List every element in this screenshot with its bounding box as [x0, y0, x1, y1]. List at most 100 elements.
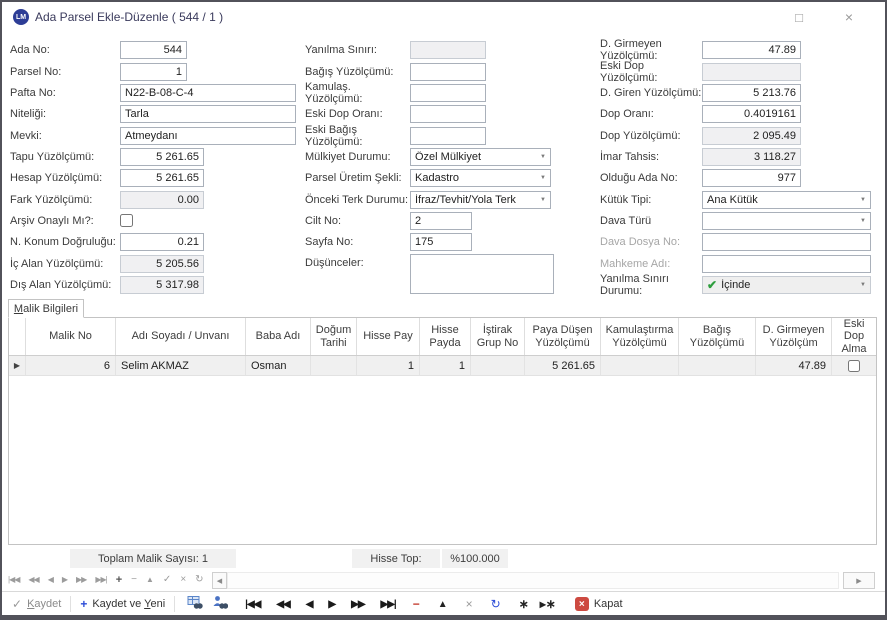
nav-refresh-button[interactable]: ↻ — [195, 574, 203, 586]
toolbar-next-page-button[interactable]: ▶▶ — [343, 599, 372, 610]
nav-prior-button[interactable]: ◀ — [48, 574, 53, 586]
yanilma-durumu-label: Yanılma Sınırı Durumu: — [600, 273, 702, 297]
ic-alan-input — [120, 255, 204, 273]
nav-edit-button[interactable]: ▲ — [146, 574, 154, 586]
kaydet-button[interactable]: ✓ Kaydet — [6, 593, 67, 615]
dava-dosya-no-label: Dava Dosya No: — [600, 236, 702, 248]
col-dogum-tarihi[interactable]: Doğum Tarihi — [311, 318, 357, 355]
ada-no-label: Ada No: — [10, 44, 120, 56]
nav-delete-button[interactable]: − — [131, 574, 137, 586]
new-record-button[interactable]: ∗ — [510, 597, 538, 611]
kutuk-tipi-select[interactable]: Ana Kütük▼ — [702, 191, 871, 209]
tab-malik-bilgileri[interactable]: Malik Bilgileri — [8, 299, 84, 318]
toolbar-prior-button[interactable]: ◀ — [298, 599, 321, 610]
toolbar-next-button[interactable]: ▶ — [320, 599, 343, 610]
parsel-uretim-select[interactable]: Kadastro▼ — [410, 169, 551, 187]
d-giren-input[interactable] — [702, 84, 801, 102]
eski-dop-alma-checkbox[interactable] — [848, 360, 860, 372]
chevron-down-icon: ▼ — [860, 218, 866, 224]
grid-search-icon[interactable] — [178, 595, 212, 613]
scroll-right-button[interactable]: ▶ — [843, 572, 875, 589]
col-kamulastirma[interactable]: Kamulaştırma Yüzölçümü — [601, 318, 679, 355]
bagis-yuzolcumu-input[interactable] — [410, 63, 486, 81]
horizontal-scrollbar-track[interactable] — [227, 572, 839, 589]
parsel-uretim-label: Parsel Üretim Şekli: — [305, 172, 410, 184]
col-hisse-pay[interactable]: Hisse Pay — [357, 318, 420, 355]
nav-prior-page-button[interactable]: ◀◀ — [28, 574, 38, 586]
field-onceki-terk: Önceki Terk Durumu: İfraz/Tevhit/Yola Te… — [305, 190, 551, 209]
scroll-left-button[interactable]: ◀ — [212, 572, 227, 589]
eski-dop-yuzolcumu-input — [702, 63, 801, 81]
kamulas-yuzolcumu-input[interactable] — [410, 84, 486, 102]
d-girmeyen-label: D. Girmeyen Yüzölçümü: — [600, 38, 702, 62]
oldugu-ada-no-input[interactable] — [702, 169, 801, 187]
field-sayfa-no: Sayfa No: — [305, 232, 472, 251]
nav-post-button[interactable]: ✓ — [163, 574, 171, 586]
niteligi-label: Niteliği: — [10, 108, 120, 120]
nav-cancel-button[interactable]: × — [180, 574, 186, 586]
maximize-button[interactable]: □ — [785, 8, 813, 26]
kaydet-ve-yeni-button[interactable]: + Kaydet ve Yeni — [74, 593, 171, 615]
onceki-terk-select[interactable]: İfraz/Tevhit/Yola Terk▼ — [410, 191, 551, 209]
toolbar-separator — [70, 596, 71, 612]
kapat-button[interactable]: × Kapat — [569, 593, 629, 615]
dava-dosya-no-input[interactable] — [702, 233, 871, 251]
field-ic-alan: İç Alan Yüzölçümü: — [10, 254, 204, 273]
col-bagis[interactable]: Bağış Yüzölçümü — [679, 318, 756, 355]
mahkeme-adi-input[interactable] — [702, 255, 871, 273]
tapu-yuzolcumu-input[interactable] — [120, 148, 204, 166]
cilt-no-input[interactable] — [410, 212, 472, 230]
kaydet-ve-yeni-label: Kaydet ve Yeni — [92, 598, 165, 610]
dop-orani-input[interactable] — [702, 105, 801, 123]
ic-alan-label: İç Alan Yüzölçümü: — [10, 258, 120, 270]
col-malik-no[interactable]: Malik No — [26, 318, 116, 355]
cancel-edit-button[interactable]: × — [457, 597, 482, 611]
tab-label: Malik Bilgileri — [14, 303, 78, 315]
col-istirak-grup-no[interactable]: İştirak Grup No — [471, 318, 525, 355]
d-giren-label: D. Giren Yüzölçümü: — [600, 87, 702, 99]
mevki-input[interactable] — [120, 127, 296, 145]
mulkiyet-durumu-select[interactable]: Özel Mülkiyet▼ — [410, 148, 551, 166]
hesap-yuzolcumu-input[interactable] — [120, 169, 204, 187]
toolbar-last-button[interactable]: ▶▶| — [373, 599, 404, 610]
chevron-down-icon: ▼ — [860, 282, 866, 288]
toolbar-prior-page-button[interactable]: ◀◀ — [268, 599, 297, 610]
sayfa-no-input[interactable] — [410, 233, 472, 251]
nav-insert-button[interactable]: + — [116, 574, 122, 586]
grid-navigator: |◀◀ ◀◀ ◀ ▶ ▶▶ ▶▶| + − ▲ ✓ × ↻ ◀ ▶ — [2, 570, 885, 591]
col-paya-dusen[interactable]: Paya Düşen Yüzölçümü — [525, 318, 601, 355]
arsiv-onayli-checkbox[interactable] — [120, 214, 133, 227]
yanilma-siniri-input — [410, 41, 486, 59]
nav-first-button[interactable]: |◀◀ — [8, 574, 19, 586]
col-adi-soyadi[interactable]: Adı Soyadı / Unvanı — [116, 318, 246, 355]
grid-selector-header — [9, 318, 26, 355]
eski-bagis-input[interactable] — [410, 127, 486, 145]
goto-new-record-button[interactable]: ▸∗ — [538, 597, 565, 611]
konum-dogrulugu-input[interactable] — [120, 233, 204, 251]
cell-paya-dusen: 5 261.65 — [525, 356, 601, 375]
person-search-icon[interactable] — [212, 595, 237, 613]
edit-record-button[interactable]: ▲ — [429, 599, 457, 610]
eski-dop-orani-input[interactable] — [410, 105, 486, 123]
close-button[interactable]: × — [835, 8, 863, 26]
delete-record-button[interactable]: − — [404, 597, 429, 611]
field-d-giren: D. Giren Yüzölçümü: — [600, 83, 801, 102]
ada-no-input[interactable] — [120, 41, 187, 59]
table-row[interactable]: ▶ 6 Selim AKMAZ Osman 1 1 5 261.65 47.89 — [9, 356, 876, 376]
refresh-button[interactable]: ↻ — [482, 597, 510, 611]
parsel-no-input[interactable] — [120, 63, 187, 81]
d-girmeyen-input[interactable] — [702, 41, 801, 59]
nav-last-button[interactable]: ▶▶| — [95, 574, 106, 586]
niteligi-input[interactable] — [120, 105, 296, 123]
pafta-no-input[interactable] — [120, 84, 296, 102]
col-baba-adi[interactable]: Baba Adı — [246, 318, 311, 355]
toolbar-first-button[interactable]: |◀◀ — [237, 599, 268, 610]
dava-turu-select[interactable]: ▼ — [702, 212, 871, 230]
nav-next-button[interactable]: ▶ — [62, 574, 67, 586]
dusunceler-textarea[interactable] — [410, 254, 554, 294]
col-hisse-payda[interactable]: Hisse Payda — [420, 318, 471, 355]
bottom-toolbar: ✓ Kaydet + Kaydet ve Yeni |◀◀ ◀◀ ◀ ▶ ▶▶ … — [2, 591, 885, 616]
col-d-girmeyen[interactable]: D. Girmeyen Yüzölçüm — [756, 318, 832, 355]
nav-next-page-button[interactable]: ▶▶ — [76, 574, 86, 586]
col-eski-dop-alma[interactable]: Eski Dop Alma — [832, 318, 876, 355]
